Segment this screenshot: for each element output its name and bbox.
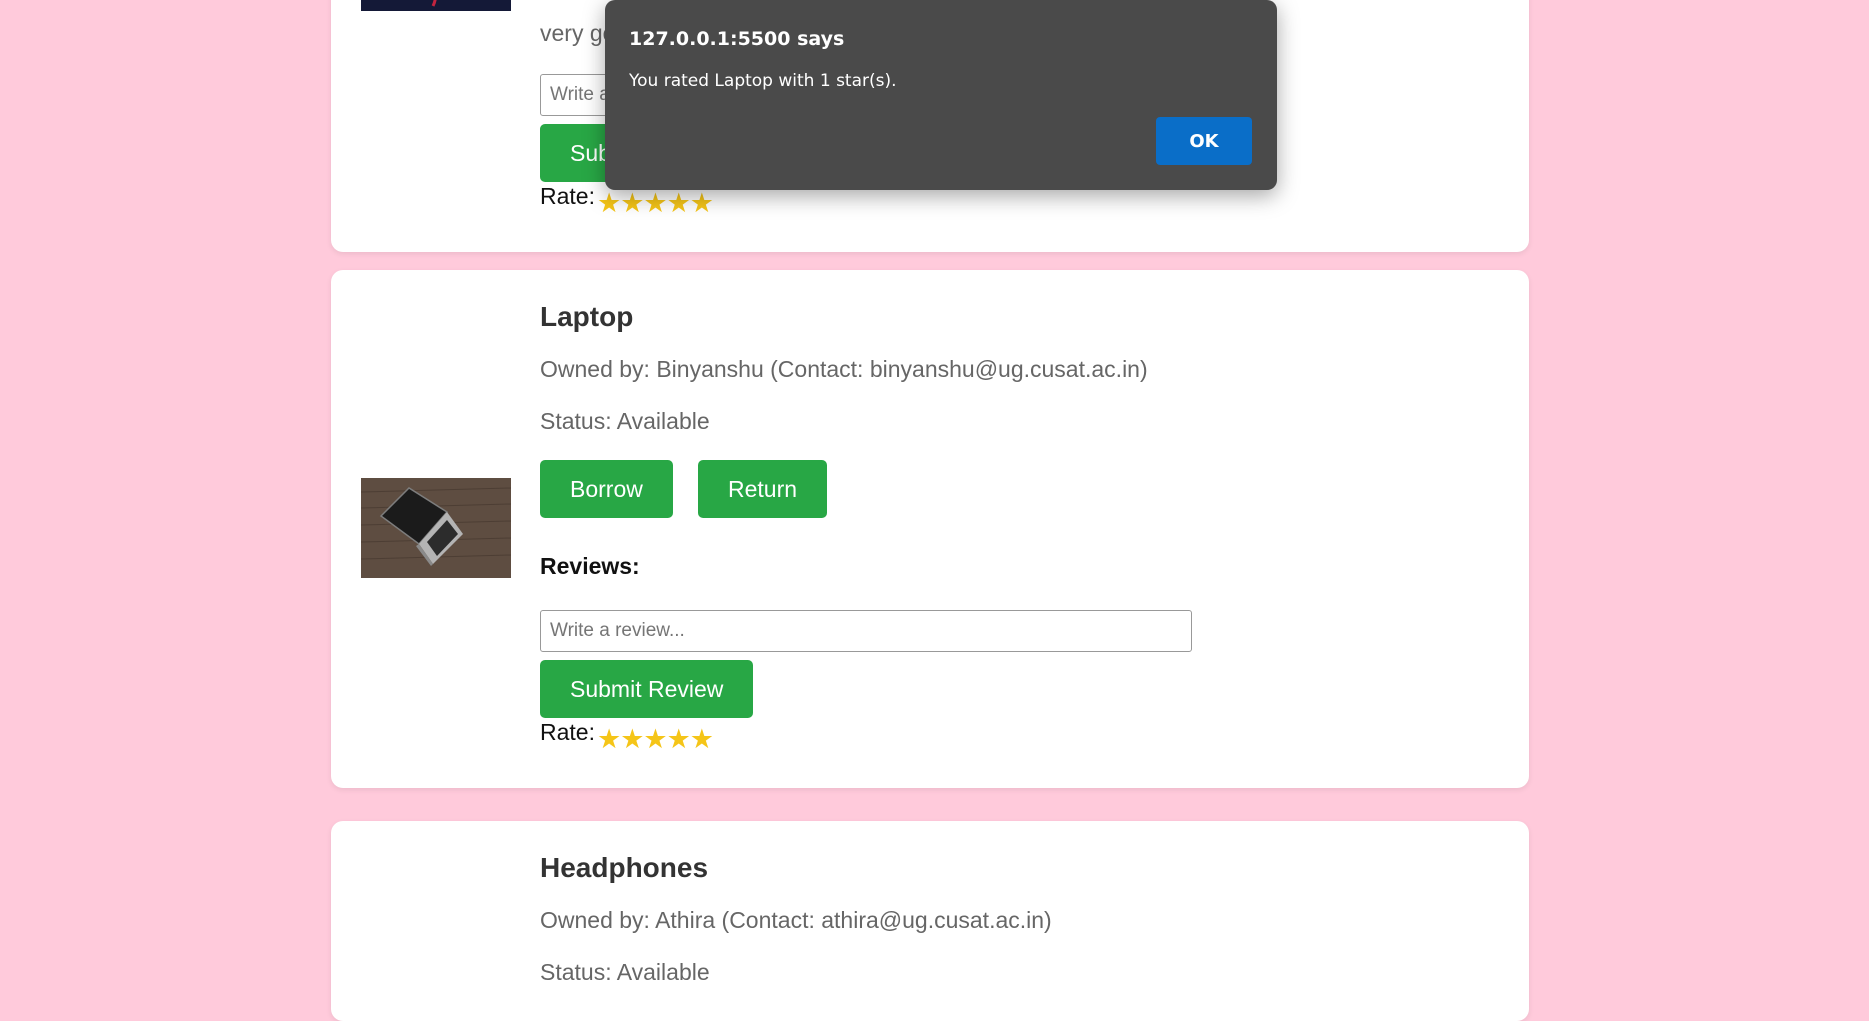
- item-image: [361, 478, 511, 578]
- reviews-heading: Reviews:: [540, 553, 640, 579]
- owner-info: Owned by: Binyanshu (Contact: binyanshu@…: [540, 356, 1148, 382]
- status-text: Status: Available: [540, 408, 710, 434]
- ok-button[interactable]: OK: [1156, 117, 1252, 165]
- rate-label: Rate:: [540, 719, 595, 745]
- borrow-button[interactable]: Borrow: [540, 460, 673, 518]
- rate-label: Rate:: [540, 183, 595, 209]
- owner-info: Owned by: Athira (Contact: athira@ug.cus…: [540, 907, 1052, 933]
- laptop-photo-icon: [361, 478, 511, 578]
- item-title: Headphones: [540, 852, 709, 883]
- item-image: [361, 0, 511, 11]
- item-title: Laptop: [540, 301, 634, 332]
- item-card: Laptop Owned by: Binyanshu (Contact: bin…: [331, 270, 1529, 788]
- rating-row: Rate:★★★★★: [540, 719, 714, 755]
- alert-dialog: 127.0.0.1:5500 says You rated Laptop wit…: [605, 0, 1277, 190]
- dialog-title: 127.0.0.1:5500 says: [629, 28, 845, 50]
- star-rating[interactable]: ★★★★★: [597, 724, 714, 755]
- submit-review-button[interactable]: Submit Review: [540, 660, 754, 718]
- review-input[interactable]: [540, 610, 1192, 652]
- return-button[interactable]: Return: [698, 460, 828, 518]
- item-card: Headphones Owned by: Athira (Contact: at…: [331, 821, 1529, 1021]
- dialog-message: You rated Laptop with 1 star(s).: [629, 71, 897, 91]
- status-text: Status: Available: [540, 959, 710, 985]
- star-icon[interactable]: ★★★★★: [597, 724, 714, 754]
- star-rating[interactable]: ★★★★★: [597, 188, 714, 219]
- star-icon[interactable]: ★★★★★: [597, 188, 714, 218]
